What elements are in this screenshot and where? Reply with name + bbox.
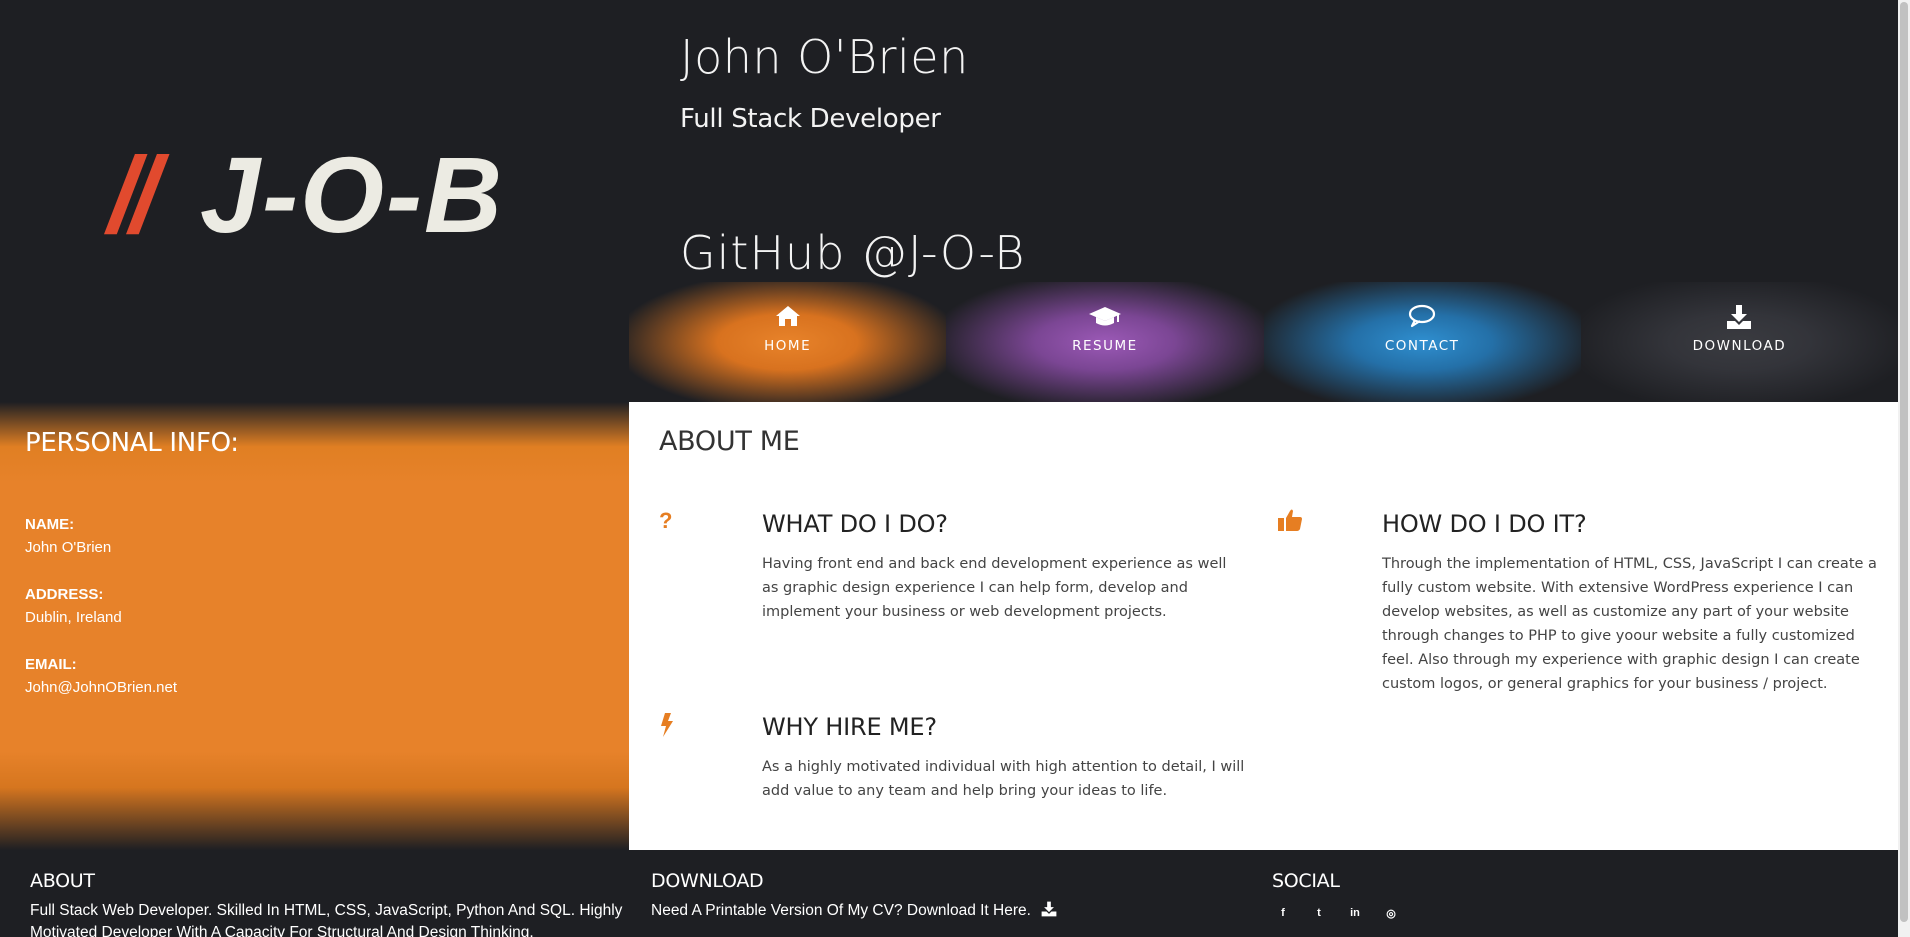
nav-home[interactable]: HOME bbox=[629, 282, 947, 402]
thumbs-up-icon bbox=[1277, 508, 1303, 537]
footer-download-row: Need A Printable Version Of My CV? Downl… bbox=[651, 900, 1211, 924]
personal-info-title: PERSONAL INFO: bbox=[25, 428, 239, 458]
download-icon[interactable] bbox=[1041, 901, 1057, 924]
linkedin-icon[interactable]: in bbox=[1344, 902, 1366, 924]
social-links: f t in ◎ bbox=[1272, 902, 1672, 924]
nav-download-label: DOWNLOAD bbox=[1692, 338, 1787, 354]
feature-title-why: WHY HIRE ME? bbox=[762, 713, 937, 741]
footer-about-title: ABOUT bbox=[30, 870, 95, 892]
footer-download-title: DOWNLOAD bbox=[651, 870, 764, 892]
download-icon bbox=[1726, 304, 1752, 332]
feature-title-how: HOW DO I DO IT? bbox=[1382, 510, 1587, 538]
main-nav: HOME RESUME CONTACT DOWNLOAD bbox=[629, 282, 1898, 402]
page: // J-O-B John O'Brien Full Stack Develop… bbox=[0, 0, 1898, 937]
scrollbar-thumb[interactable] bbox=[1900, 2, 1908, 922]
scrollbar[interactable] bbox=[1898, 0, 1910, 937]
name-label: NAME: bbox=[25, 516, 75, 533]
name-value: John O'Brien bbox=[25, 539, 112, 556]
address-label: ADDRESS: bbox=[25, 586, 104, 603]
nav-resume[interactable]: RESUME bbox=[946, 282, 1264, 402]
bolt-icon bbox=[659, 712, 675, 743]
address-value: Dublin, Ireland bbox=[25, 609, 122, 626]
logo[interactable]: // J-O-B bbox=[108, 140, 528, 250]
feature-text-what: Having front end and back end developmen… bbox=[762, 556, 1227, 620]
feature-text-why: As a highly motivated individual with hi… bbox=[762, 759, 1245, 799]
personal-info-panel: PERSONAL INFO: NAME: John O'Brien ADDRES… bbox=[0, 402, 629, 850]
twitter-icon[interactable]: t bbox=[1308, 902, 1330, 924]
page-title: John O'Brien bbox=[680, 30, 969, 84]
speech-bubble-icon bbox=[1408, 304, 1436, 332]
graduation-cap-icon bbox=[1088, 304, 1122, 332]
footer-download-text[interactable]: Need A Printable Version Of My CV? Downl… bbox=[651, 902, 1031, 919]
footer: ABOUT Full Stack Web Developer. Skilled … bbox=[0, 850, 1898, 937]
feature-title-what: WHAT DO I DO? bbox=[762, 510, 948, 538]
footer-about-text: Full Stack Web Developer. Skilled In HTM… bbox=[30, 902, 623, 937]
nav-contact-label: CONTACT bbox=[1384, 338, 1460, 354]
nav-home-label: HOME bbox=[764, 338, 812, 354]
footer-download: DOWNLOAD Need A Printable Version Of My … bbox=[651, 870, 1211, 924]
about-section: ABOUT ME ? WHAT DO I DO? Having front en… bbox=[629, 402, 1898, 850]
about-title: ABOUT ME bbox=[659, 426, 800, 457]
header: // J-O-B John O'Brien Full Stack Develop… bbox=[0, 0, 1898, 402]
feature-text-how: Through the implementation of HTML, CSS,… bbox=[1382, 556, 1877, 692]
footer-social: SOCIAL f t in ◎ bbox=[1272, 870, 1672, 924]
nav-download[interactable]: DOWNLOAD bbox=[1580, 282, 1898, 402]
home-icon bbox=[775, 304, 801, 332]
facebook-icon[interactable]: f bbox=[1272, 902, 1294, 924]
nav-contact[interactable]: CONTACT bbox=[1263, 282, 1581, 402]
subtitle: Full Stack Developer bbox=[680, 104, 941, 134]
email-value[interactable]: John@JohnOBrien.net bbox=[25, 679, 177, 696]
instagram-icon[interactable]: ◎ bbox=[1380, 902, 1402, 924]
nav-resume-label: RESUME bbox=[1072, 338, 1138, 354]
footer-about: ABOUT Full Stack Web Developer. Skilled … bbox=[30, 870, 630, 937]
question-icon: ? bbox=[659, 508, 673, 533]
github-link[interactable]: GitHub @J-O-B bbox=[680, 226, 1025, 280]
footer-social-title: SOCIAL bbox=[1272, 870, 1340, 892]
logo-text: J-O-B bbox=[200, 134, 504, 255]
email-label: EMAIL: bbox=[25, 656, 77, 673]
logo-slashes: // bbox=[108, 134, 160, 255]
